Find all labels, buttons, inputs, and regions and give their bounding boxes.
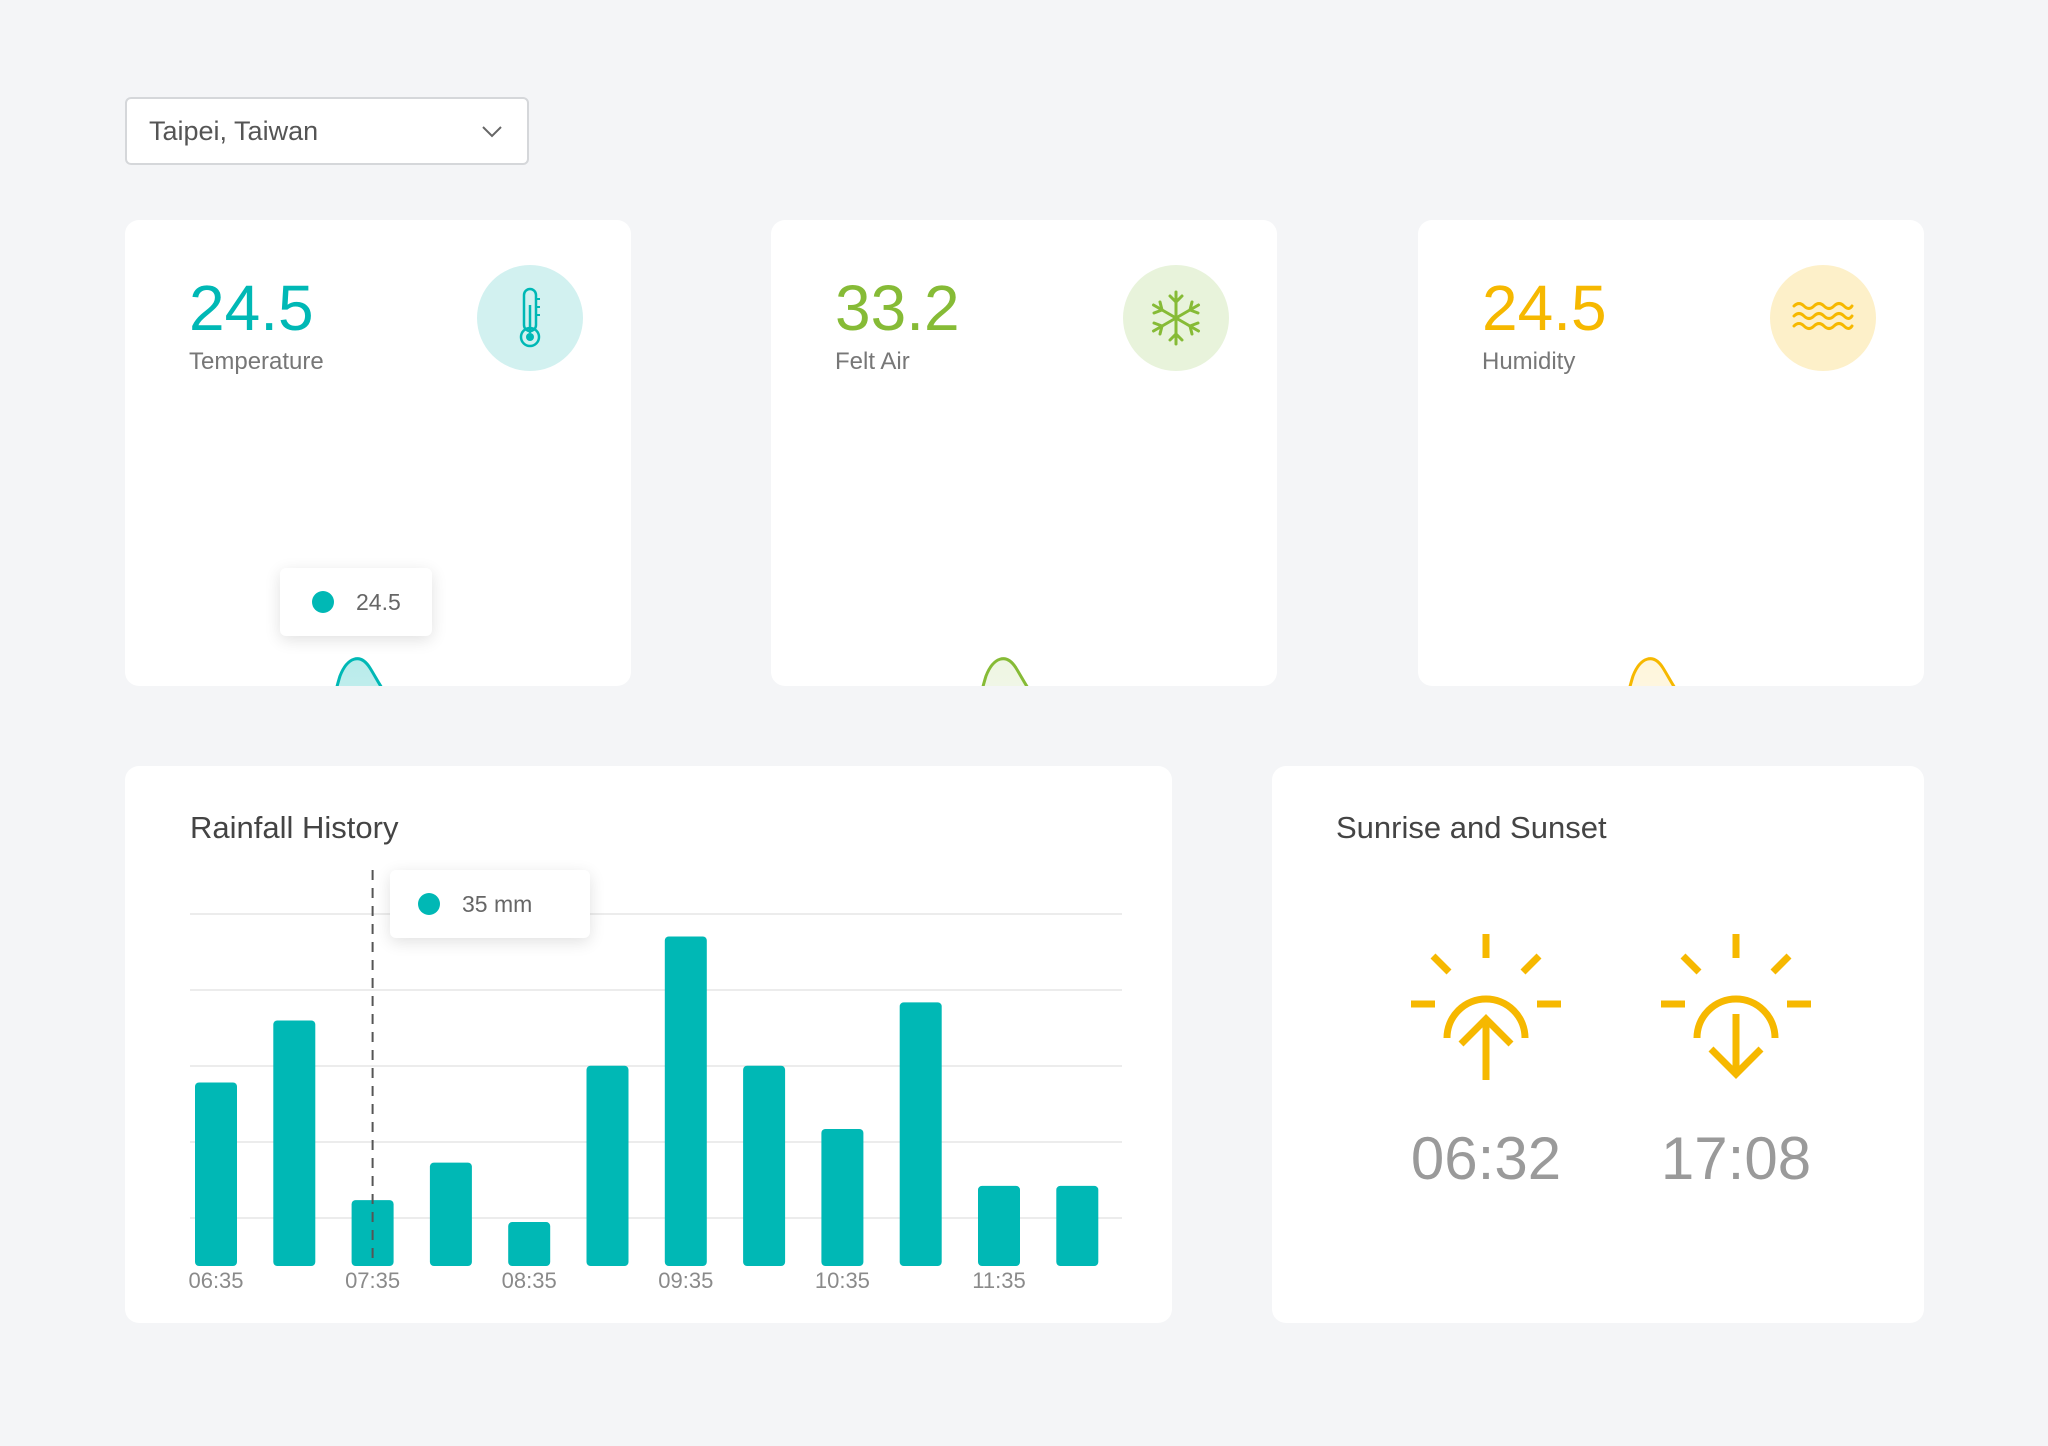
humidity-sparkline[interactable] [1418,510,1924,686]
humidity-value: 24.5 [1482,272,1607,344]
rainfall-bar-12:05[interactable] [1056,1185,1099,1266]
rainfall-bar-06:35[interactable] [195,1082,237,1266]
felt-air-sparkline[interactable] [771,510,1277,686]
sunset-time: 17:08 [1660,1125,1812,1192]
temperature-tooltip-value: 24.5 [356,588,401,615]
sunrise-time: 06:32 [1410,1125,1562,1192]
rainfall-bar-07:05[interactable] [273,1020,316,1266]
temperature-value: 24.5 [189,272,314,344]
rainfall-bar-10:05[interactable] [743,1065,786,1266]
x-tick-label: 08:35 [502,1268,557,1293]
sunrise-icon [1411,934,1561,1080]
rainfall-tooltip: 35 mm [390,870,590,938]
rainfall-history-card: 06:35 07:35 08:35 09:35 10:35 11:35 Rainfall … [125,766,1172,1323]
sunrise-sunset-title: Sunrise and Sunset [1336,810,1607,845]
temperature-label: Temperature [189,348,324,375]
felt-air-card[interactable]: 33.2 Felt Air [771,220,1277,686]
x-tick-label: 10:35 [815,1268,870,1293]
rainfall-bar-10:35[interactable] [821,1129,864,1266]
waves-icon [1770,265,1876,371]
sunrise-item: 06:32 [1396,934,1576,1193]
rainfall-bar-11:35[interactable] [978,1185,1020,1266]
humidity-label: Humidity [1482,348,1576,375]
felt-air-label: Felt Air [835,348,910,375]
sunrise-sunset-card: Sunrise and Sunset 06:32 17:08 [1272,766,1924,1323]
x-tick-label: 11:35 [972,1268,1025,1293]
rainfall-tooltip-value: 35 mm [462,890,533,917]
temperature-card[interactable]: 24.5 Temperature 24.5 [125,220,631,686]
temperature-tooltip: 24.5 [280,568,432,636]
rainfall-bar-08:05[interactable] [429,1162,472,1266]
x-tick-label: 09:35 [658,1268,713,1293]
sunset-item: 17:08 [1646,934,1826,1193]
humidity-card[interactable]: 24.5 Humidity [1418,220,1924,686]
rainfall-bar-11:05[interactable] [899,1002,942,1266]
x-tick-label: 07:35 [345,1268,400,1293]
rainfall-bar-chart[interactable]: 06:35 07:35 08:35 09:35 10:35 11:35 [125,766,1172,1323]
thermometer-icon [477,265,583,371]
chevron-down-icon [482,126,502,138]
rainfall-history-title: Rainfall History [190,810,399,845]
sunset-icon [1661,934,1811,1079]
snowflake-icon [1123,265,1229,371]
felt-air-value: 33.2 [835,272,960,344]
rainfall-bar-09:05[interactable] [586,1065,629,1266]
rainfall-bar-08:35[interactable] [508,1222,551,1266]
x-tick-label: 06:35 [188,1268,243,1293]
tooltip-dot-icon [312,591,334,613]
location-select-value: Taipei, Taiwan [149,115,319,146]
rainfall-bar-09:35[interactable] [664,936,707,1266]
location-select[interactable]: Taipei, Taiwan [125,97,529,165]
tooltip-dot-icon [418,893,440,915]
